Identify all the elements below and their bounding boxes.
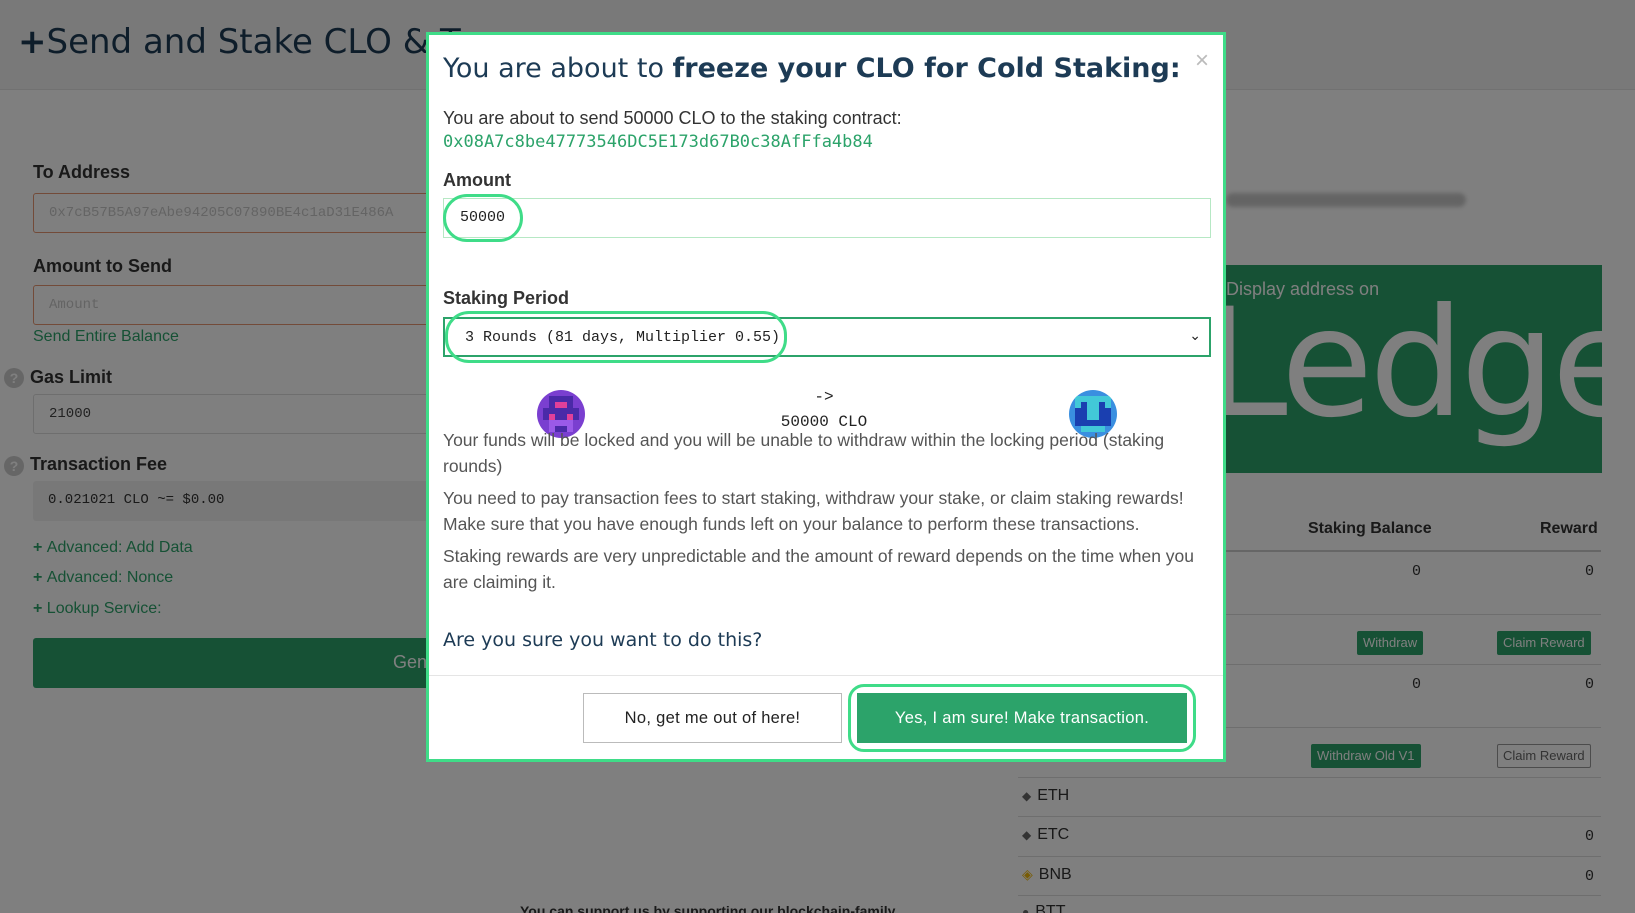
send-summary-text: You are about to send 50000 CLO to the s… [443,108,902,128]
rewards-warning: Staking rewards are very unpredictable a… [443,546,1195,592]
staking-period-select[interactable]: 3 Rounds (81 days, Multiplier 0.55) ⌄ [443,317,1211,357]
amount-label: Amount [443,170,511,190]
fees-warning: You need to pay transaction fees to star… [443,488,1184,534]
chevron-down-icon: ⌄ [1189,329,1201,345]
modal-footer-divider [429,675,1223,676]
staking-contract-address: 0x08A7c8be47773546DC5E173d67B0c38AfFfa4b… [443,132,873,152]
confirm-question: Are you sure you want to do this? [443,629,763,651]
cancel-button[interactable]: No, get me out of here! [583,693,842,743]
staking-period-selected-value: 3 Rounds (81 days, Multiplier 0.55) [465,329,781,346]
modal-title: You are about to freeze your CLO for Col… [443,53,1181,84]
staking-period-label: Staking Period [443,288,570,308]
cold-staking-confirm-modal: You are about to freeze your CLO for Col… [426,32,1226,762]
transfer-arrow: -> [814,388,834,406]
close-icon[interactable]: × [1195,47,1209,75]
locked-funds-warning: Your funds will be locked and you will b… [443,430,1165,476]
confirm-transaction-button[interactable]: Yes, I am sure! Make transaction. [857,693,1187,743]
amount-input[interactable]: 50000 [443,198,1211,238]
